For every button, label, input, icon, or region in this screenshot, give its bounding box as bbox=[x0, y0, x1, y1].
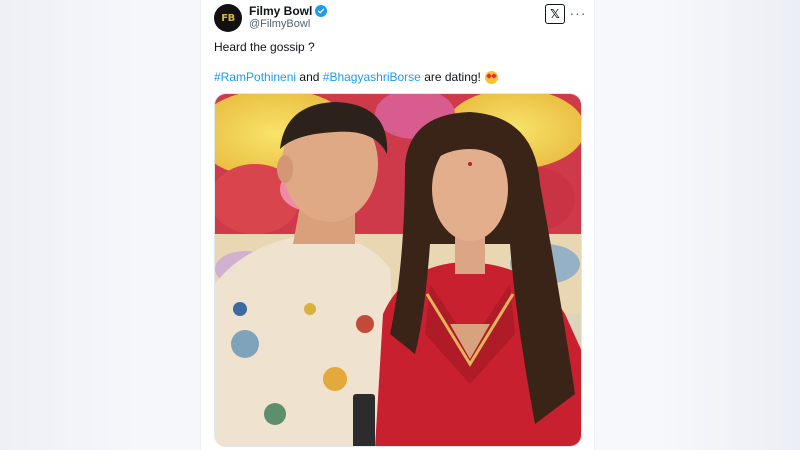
tweet-text-line-2: #RamPothineni and #BhagyashriBorse are d… bbox=[214, 70, 498, 84]
author-name-row: Filmy Bowl bbox=[249, 4, 328, 18]
tweet-photo-image bbox=[215, 94, 581, 446]
avatar-logo-text: FB bbox=[221, 12, 235, 24]
tweet-photo[interactable] bbox=[214, 93, 582, 447]
tweet-text-end: are dating! bbox=[424, 70, 481, 84]
tweet-text-line-1: Heard the gossip ? bbox=[214, 40, 315, 54]
hashtag-link[interactable]: #RamPothineni bbox=[214, 70, 296, 84]
hashtag-link[interactable]: #BhagyashriBorse bbox=[323, 70, 421, 84]
x-logo-icon[interactable]: 𝕏 bbox=[545, 4, 565, 24]
tweet-text-connector: and bbox=[299, 70, 320, 84]
avatar[interactable]: FB bbox=[214, 4, 242, 32]
heart-eyes-emoji-icon bbox=[484, 70, 498, 84]
author-handle[interactable]: @FilmyBowl bbox=[249, 18, 310, 30]
more-options-icon[interactable]: ··· bbox=[569, 4, 587, 22]
tweet-card: FB Filmy Bowl @FilmyBowl 𝕏 ··· Heard the… bbox=[200, 0, 595, 450]
verified-badge-icon bbox=[315, 5, 328, 17]
author-display-name[interactable]: Filmy Bowl bbox=[249, 4, 312, 18]
